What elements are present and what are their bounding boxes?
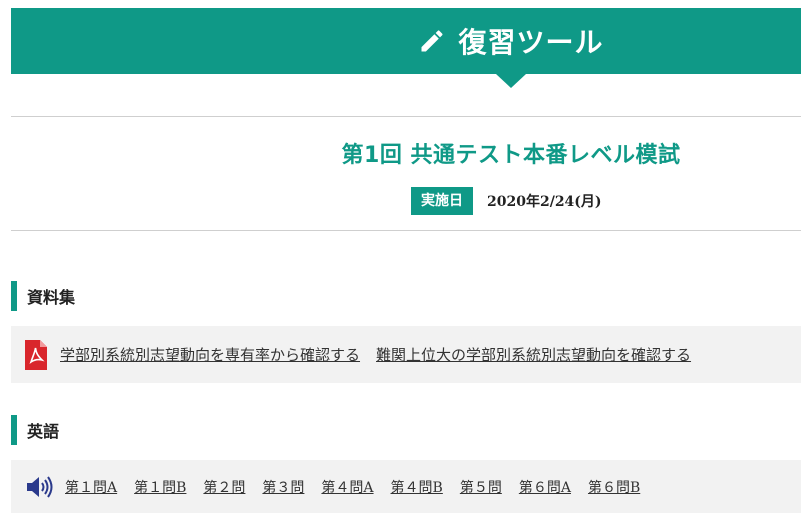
link-q2[interactable]: 第２問 (203, 477, 245, 497)
link-q6a[interactable]: 第６問A (519, 477, 571, 497)
link-q3[interactable]: 第３問 (262, 477, 304, 497)
page-title: 復習ツール (458, 26, 604, 59)
english-box: 第１問A 第１問B 第２問 第３問 第４問A 第４問B 第５問 第６問A 第６問… (11, 460, 801, 513)
link-q5[interactable]: 第５問 (460, 477, 502, 497)
link-q4a[interactable]: 第４問A (321, 477, 373, 497)
materials-heading: 資料集 (27, 288, 76, 307)
header-title-row: 復習ツール (11, 8, 801, 74)
link-share-rate[interactable]: 学部別系統別志望動向を専有率から確認する (60, 344, 360, 365)
speaker-icon (27, 475, 53, 498)
section-heading-english: 英語 (11, 415, 59, 445)
exam-title: 第1回 共通テスト本番レベル模試 (341, 143, 681, 168)
link-top-universities[interactable]: 難関上位大の学部別系統別志望動向を確認する (376, 344, 691, 365)
header-banner: 復習ツール (11, 8, 801, 74)
banner-notch (496, 74, 526, 88)
date-row: 実施日 2020年2/24(月) (411, 187, 602, 215)
link-q6b[interactable]: 第６問B (588, 477, 640, 497)
link-q1b[interactable]: 第１問B (134, 477, 186, 497)
date-label: 実施日 (411, 187, 473, 215)
divider-top (11, 116, 801, 117)
english-heading: 英語 (27, 422, 60, 441)
section-heading-materials: 資料集 (11, 281, 75, 311)
link-q4b[interactable]: 第４問B (391, 477, 443, 497)
divider-bottom (11, 230, 801, 231)
pdf-icon (25, 339, 47, 370)
date-value: 2020年2/24(月) (487, 194, 602, 210)
materials-box: 学部別系統別志望動向を専有率から確認する 難関上位大の学部別系統別志望動向を確認… (11, 326, 801, 383)
link-q1a[interactable]: 第１問A (65, 477, 117, 497)
pencil-icon (421, 30, 443, 52)
